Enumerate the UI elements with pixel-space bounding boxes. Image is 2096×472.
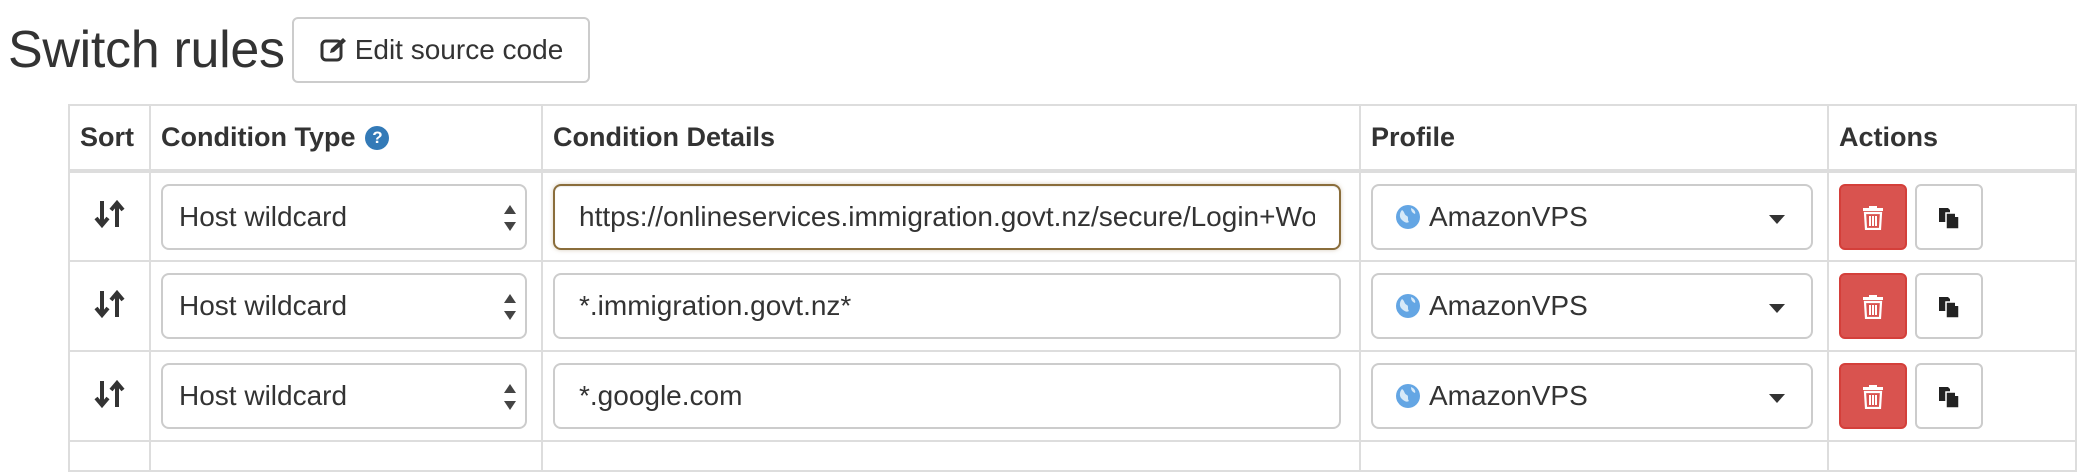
sort-cell bbox=[68, 170, 151, 262]
condition-type-value: Host wildcard bbox=[179, 290, 348, 321]
delete-rule-button[interactable] bbox=[1839, 183, 1907, 250]
trash-icon bbox=[1863, 205, 1883, 230]
clone-rule-button[interactable] bbox=[1915, 183, 1983, 250]
condition-type-cell bbox=[149, 440, 543, 472]
page-title: Switch rules bbox=[8, 21, 285, 79]
column-header-profile: Profile bbox=[1359, 104, 1829, 173]
profile-cell: AmazonVPS bbox=[1359, 170, 1829, 262]
question-circle-icon[interactable]: ? bbox=[365, 125, 390, 150]
select-arrows-icon bbox=[504, 204, 516, 231]
table-row: Host wildcard bbox=[68, 350, 2077, 442]
switch-rules-page: Switch rules Edit source code Sort Condi… bbox=[0, 0, 2096, 472]
condition-type-cell: Host wildcard bbox=[149, 350, 543, 442]
condition-type-select[interactable]: Host wildcard bbox=[161, 363, 527, 429]
condition-type-select[interactable]: Host wildcard bbox=[161, 183, 527, 250]
sort-cell bbox=[68, 350, 151, 442]
edit-source-code-button[interactable]: Edit source code bbox=[292, 17, 590, 83]
profile-select[interactable]: AmazonVPS bbox=[1371, 183, 1813, 250]
globe-icon bbox=[1396, 204, 1420, 229]
table-header-row: Sort Condition Type ? Condition Details … bbox=[68, 104, 2077, 173]
condition-details-cell bbox=[541, 170, 1361, 262]
trash-icon bbox=[1863, 385, 1883, 409]
profile-cell: AmazonVPS bbox=[1359, 260, 1829, 352]
column-header-actions: Actions bbox=[1827, 104, 2077, 173]
profile-cell: AmazonVPS bbox=[1359, 350, 1829, 442]
profile-value: AmazonVPS bbox=[1429, 200, 1588, 232]
actions-cell bbox=[1827, 170, 2077, 262]
column-header-condition-type: Condition Type ? bbox=[149, 104, 543, 173]
condition-details-cell bbox=[541, 440, 1361, 472]
copy-icon bbox=[1939, 387, 1960, 409]
edit-icon bbox=[320, 38, 346, 62]
sort-cell bbox=[68, 260, 151, 352]
condition-details-input[interactable] bbox=[553, 183, 1341, 250]
clone-rule-button[interactable] bbox=[1915, 273, 1983, 339]
profile-cell bbox=[1359, 440, 1829, 472]
condition-type-cell: Host wildcard bbox=[149, 260, 543, 352]
table-row-partial bbox=[68, 440, 2077, 472]
column-header-sort: Sort bbox=[68, 104, 151, 173]
table-row: Host wildcard bbox=[68, 170, 2077, 262]
sort-arrows-icon[interactable] bbox=[93, 287, 127, 321]
caret-down-icon bbox=[1769, 214, 1785, 224]
condition-type-label: Condition Type bbox=[161, 122, 356, 152]
profile-select[interactable]: AmazonVPS bbox=[1371, 363, 1813, 429]
condition-type-value: Host wildcard bbox=[179, 200, 348, 232]
sort-arrows-icon[interactable] bbox=[93, 197, 127, 231]
condition-details-cell bbox=[541, 350, 1361, 442]
condition-type-cell: Host wildcard bbox=[149, 170, 543, 262]
copy-icon bbox=[1939, 207, 1960, 230]
sort-cell bbox=[68, 440, 151, 472]
actions-cell bbox=[1827, 440, 2077, 472]
edit-source-code-label: Edit source code bbox=[354, 34, 564, 65]
condition-details-input[interactable] bbox=[553, 363, 1341, 429]
profile-value: AmazonVPS bbox=[1429, 380, 1588, 411]
caret-down-icon bbox=[1769, 304, 1785, 313]
condition-type-select[interactable]: Host wildcard bbox=[161, 273, 527, 339]
delete-rule-button[interactable] bbox=[1839, 273, 1907, 339]
select-arrows-icon bbox=[504, 384, 516, 410]
condition-type-value: Host wildcard bbox=[179, 380, 348, 411]
table-row: Host wildcard bbox=[68, 260, 2077, 352]
profile-select[interactable]: AmazonVPS bbox=[1371, 273, 1813, 339]
condition-details-cell bbox=[541, 260, 1361, 352]
globe-icon bbox=[1396, 384, 1420, 408]
header: Switch rules bbox=[8, 14, 285, 86]
column-header-condition-details: Condition Details bbox=[541, 104, 1361, 173]
trash-icon bbox=[1863, 295, 1883, 319]
actions-cell bbox=[1827, 260, 2077, 352]
condition-details-input[interactable] bbox=[553, 273, 1341, 339]
globe-icon bbox=[1396, 294, 1420, 318]
caret-down-icon bbox=[1769, 394, 1785, 403]
sort-arrows-icon[interactable] bbox=[93, 377, 127, 411]
clone-rule-button[interactable] bbox=[1915, 363, 1983, 429]
select-arrows-icon bbox=[504, 294, 516, 320]
delete-rule-button[interactable] bbox=[1839, 363, 1907, 429]
profile-value: AmazonVPS bbox=[1429, 290, 1588, 321]
copy-icon bbox=[1939, 297, 1960, 319]
rules-table: Sort Condition Type ? Condition Details … bbox=[68, 104, 2077, 472]
actions-cell bbox=[1827, 350, 2077, 442]
